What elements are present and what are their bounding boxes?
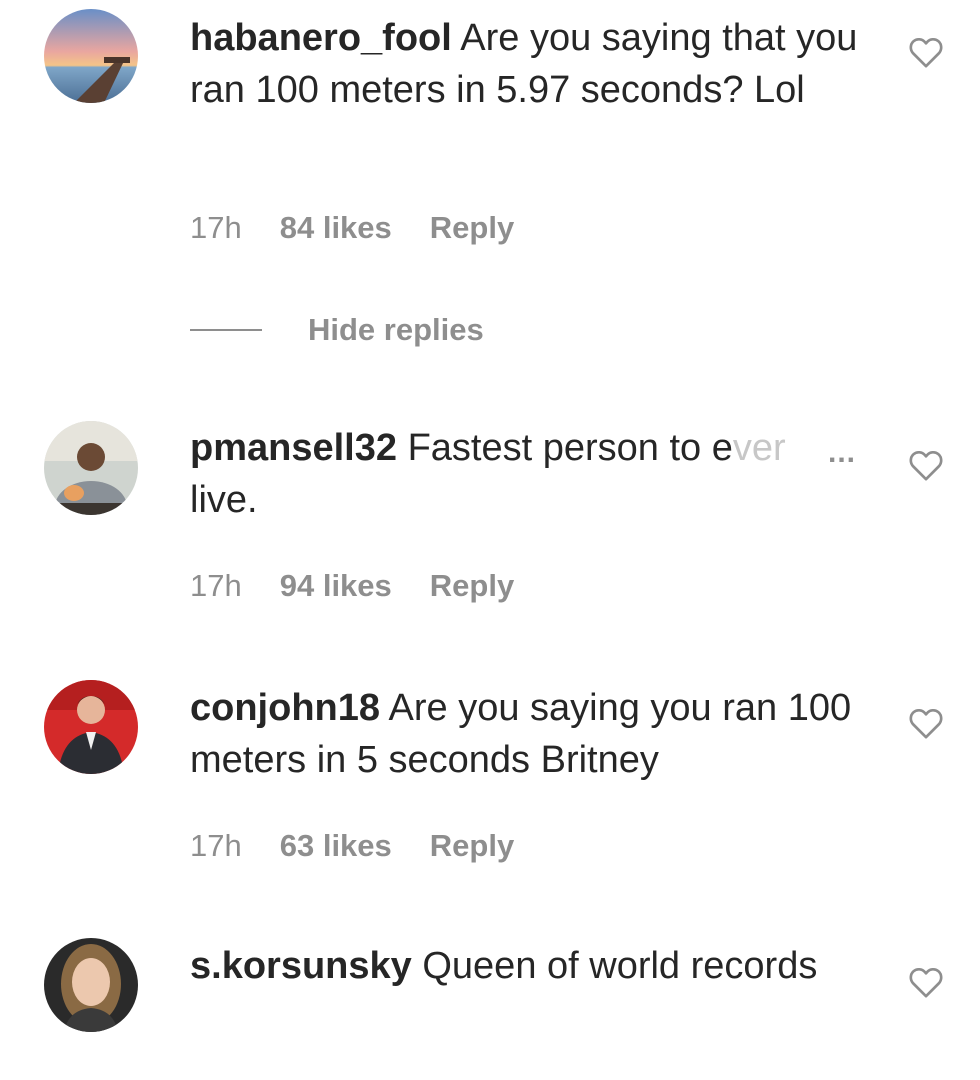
avatar[interactable]: [44, 680, 138, 774]
comment-time: 17h: [190, 568, 242, 603]
comment-text: conjohn18 Are you saying you ran 100 met…: [190, 682, 880, 786]
comment-username[interactable]: s.korsunsky: [190, 945, 412, 987]
comment-time: 17h: [190, 828, 242, 863]
avatar-man-suit-image: [44, 680, 138, 774]
heart-outline-icon[interactable]: [906, 445, 946, 485]
reply-button[interactable]: Reply: [430, 828, 514, 864]
comment-meta: 17h 84 likes Reply: [190, 210, 514, 246]
comment-body-visible: Fastest person to e: [407, 427, 733, 469]
avatar-man-image: [44, 421, 138, 515]
comment-meta: 17h 63 likes Reply: [190, 828, 514, 864]
comment-body: Queen of world records: [422, 945, 818, 987]
comment-likes[interactable]: 63 likes: [280, 828, 392, 864]
comment-likes[interactable]: 84 likes: [280, 210, 392, 246]
avatar[interactable]: [44, 9, 138, 103]
avatar-woman-image: [44, 938, 138, 1032]
comment-text: pmansell32 Fastest person to ever live.: [190, 422, 880, 526]
comment-text: s.korsunsky Queen of world records: [190, 940, 880, 992]
comment-text: habanero_fool Are you saying that you ra…: [190, 12, 880, 116]
comment-username[interactable]: conjohn18: [190, 687, 380, 729]
reply-button[interactable]: Reply: [430, 210, 514, 246]
avatar[interactable]: [44, 421, 138, 515]
comment-time: 17h: [190, 210, 242, 245]
comment-body-faded: ver: [732, 427, 786, 469]
avatar-lake-dock-image: [44, 9, 138, 103]
avatar[interactable]: [44, 938, 138, 1032]
heart-outline-icon[interactable]: [906, 703, 946, 743]
comment-meta: 17h 94 likes Reply: [190, 568, 514, 604]
comment-username[interactable]: pmansell32: [190, 427, 397, 469]
heart-outline-icon[interactable]: [906, 962, 946, 1002]
divider: [190, 329, 262, 331]
more-text-button[interactable]: ...: [828, 436, 856, 470]
reply-button[interactable]: Reply: [430, 568, 514, 604]
comment-username[interactable]: habanero_fool: [190, 17, 452, 59]
hide-replies-label[interactable]: Hide replies: [308, 312, 484, 348]
comment-body-continued: live.: [190, 479, 258, 521]
hide-replies-toggle[interactable]: Hide replies: [190, 308, 484, 352]
heart-outline-icon[interactable]: [906, 32, 946, 72]
comment-likes[interactable]: 94 likes: [280, 568, 392, 604]
